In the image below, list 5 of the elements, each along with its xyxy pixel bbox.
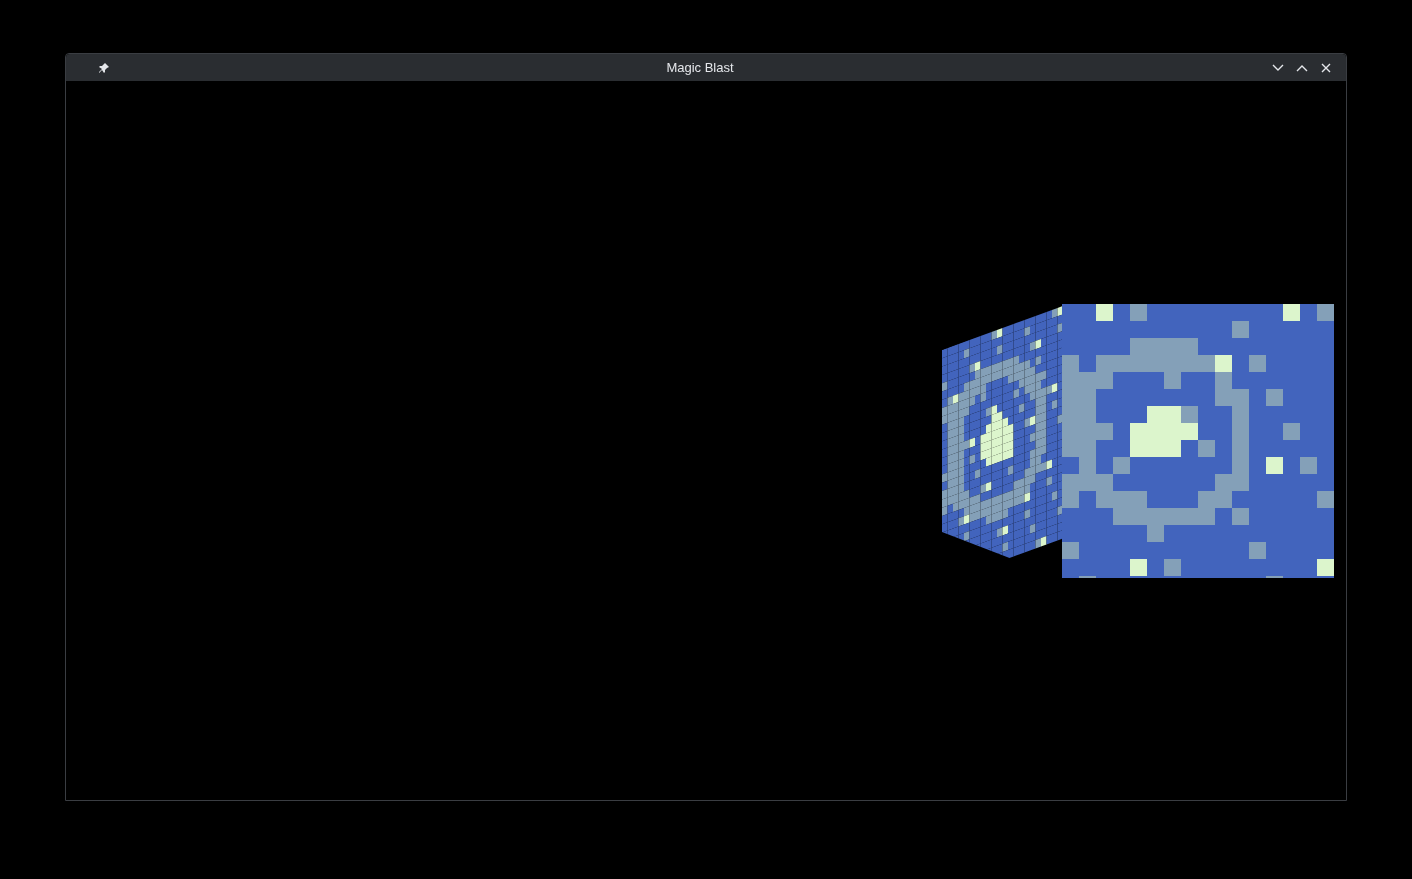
close-icon — [1321, 62, 1331, 73]
chevron-up-icon — [1296, 63, 1308, 72]
window-title: Magic Blast — [665, 58, 735, 77]
pin-icon — [98, 61, 110, 74]
chevron-down-icon — [1272, 63, 1284, 72]
